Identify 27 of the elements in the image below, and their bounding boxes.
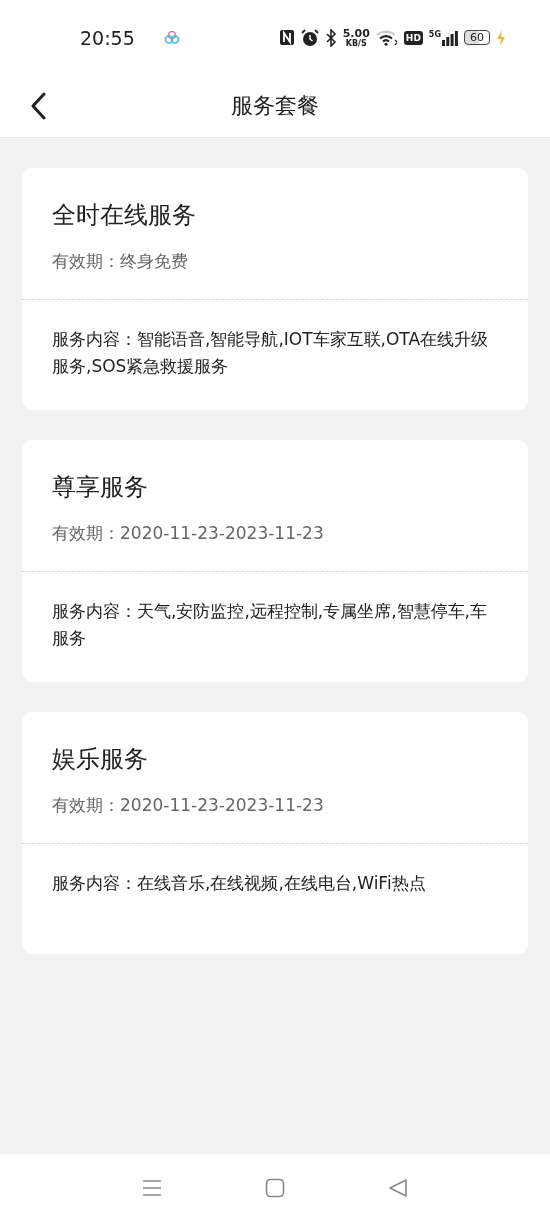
package-name: 娱乐服务 bbox=[52, 744, 149, 774]
back-icon[interactable] bbox=[30, 92, 46, 120]
signal-icon bbox=[442, 29, 458, 46]
package-name: 全时在线服务 bbox=[52, 200, 197, 230]
package-name: 尊享服务 bbox=[52, 472, 149, 502]
alarm-icon bbox=[300, 28, 319, 47]
app-notification-icon bbox=[162, 28, 181, 47]
charging-icon bbox=[496, 29, 506, 46]
hd-badge: HD bbox=[403, 30, 423, 45]
service-content: 服务内容：智能语音,智能导航,IOT车家互联,OTA在线升级服务,SOS紧急救援服务 bbox=[51, 328, 490, 378]
status-time: 20:55 bbox=[80, 26, 135, 49]
service-content: 服务内容：天气,安防监控,远程控制,专属坐席,智慧停车,车服务 bbox=[51, 600, 489, 650]
home-icon[interactable] bbox=[265, 1178, 285, 1198]
back-nav-icon[interactable] bbox=[388, 1178, 409, 1198]
bluetooth-icon bbox=[324, 28, 337, 47]
speed-unit: KB/S bbox=[345, 38, 367, 48]
validity-text: 有效期：2020-11-23-2023-11-23 bbox=[52, 794, 325, 817]
network-type: 5G bbox=[428, 29, 441, 39]
page-title: 服务套餐 bbox=[231, 92, 319, 120]
validity-text: 有效期：2020-11-23-2023-11-23 bbox=[52, 522, 325, 545]
service-content: 服务内容：在线音乐,在线视频,在线电台,WiFi热点 bbox=[51, 872, 427, 895]
validity-text: 有效期：终身免费 bbox=[52, 250, 189, 273]
wifi-icon bbox=[375, 29, 398, 46]
nfc-icon bbox=[278, 29, 295, 46]
speed-value: 5.00 bbox=[342, 27, 370, 39]
menu-icon[interactable] bbox=[141, 1179, 162, 1197]
battery-indicator: 60 bbox=[464, 30, 490, 45]
